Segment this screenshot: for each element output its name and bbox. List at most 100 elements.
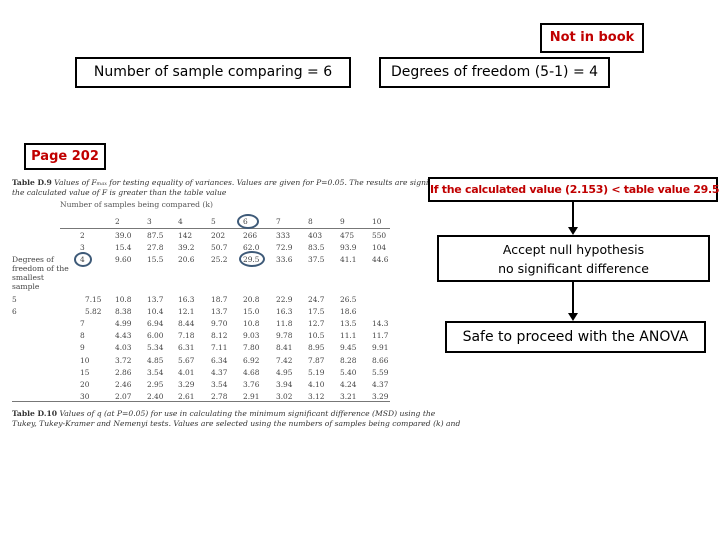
table-cell: 5.59 [372, 368, 389, 377]
table-cell: 41.1 [340, 255, 357, 264]
table-cell: 27.8 [147, 243, 164, 252]
column-group-label: Number of samples being compared (k) [60, 200, 213, 209]
page-reference-box: Page 202 [24, 143, 106, 170]
table-cell: 2.07 [115, 392, 132, 401]
table-cell: 17.5 [308, 307, 325, 316]
table-cell: 8.44 [178, 319, 195, 328]
row-df-label: 10 [80, 356, 90, 365]
table-cell: 7.87 [308, 356, 325, 365]
circle-column-6-annotation [237, 214, 259, 229]
table-header-rule [60, 228, 390, 229]
table-cell: 5.34 [147, 343, 164, 352]
column-header: 2 [115, 217, 120, 226]
table-cell: 87.5 [147, 231, 164, 240]
table-cell: 3.76 [243, 380, 260, 389]
table-cell: 20.8 [243, 295, 260, 304]
table-cell: 12.1 [178, 307, 195, 316]
table-cell: 10.5 [308, 331, 325, 340]
connector-line-2 [572, 282, 574, 313]
table-cell: 4.85 [147, 356, 164, 365]
table-d10-caption-title: Table D.10 [12, 409, 58, 418]
table-cell: 13.5 [340, 319, 357, 328]
table-cell: 9.78 [276, 331, 293, 340]
table-cell: 44.6 [372, 255, 389, 264]
table-cell: 10.8 [243, 319, 260, 328]
table-cell: 3.29 [178, 380, 195, 389]
table-cell: 14.3 [372, 319, 389, 328]
table-cell: 6.92 [243, 356, 260, 365]
table-d9-caption-title: Table D.9 [12, 178, 52, 187]
row-df-label: 7 [80, 319, 85, 328]
table-cell: 7.11 [211, 343, 228, 352]
table-cell: 7.42 [276, 356, 293, 365]
table-cell: 9.45 [340, 343, 357, 352]
table-cell: 4.68 [243, 368, 260, 377]
column-header: 5 [211, 217, 216, 226]
row-df-label: 3 [80, 243, 85, 252]
row-df-label: 8 [80, 331, 85, 340]
table-cell: 333 [276, 231, 291, 240]
table-cell: 2.91 [243, 392, 260, 401]
row-df-label: 5 [12, 295, 17, 304]
table-cell: 11.1 [340, 331, 357, 340]
table-cell: 4.03 [115, 343, 132, 352]
table-cell: 6.00 [147, 331, 164, 340]
table-cell: 15.5 [147, 255, 164, 264]
table-cell: 13.7 [211, 307, 228, 316]
table-cell: 6.31 [178, 343, 195, 352]
table-cell: 16.3 [178, 295, 195, 304]
table-cell: 5.67 [178, 356, 195, 365]
row-df-label: 2 [80, 231, 85, 240]
table-cell: 39.0 [115, 231, 132, 240]
condition-box: If the calculated value (2.153) < table … [428, 177, 720, 202]
arrow-down-icon [568, 227, 578, 235]
table-cell: 15.0 [243, 307, 260, 316]
circle-value-annotation [239, 251, 265, 267]
table-cell: 202 [211, 231, 226, 240]
table-cell: 10.4 [147, 307, 164, 316]
table-cell: 8.66 [372, 356, 389, 365]
table-cell: 72.9 [276, 243, 293, 252]
table-cell: 475 [340, 231, 355, 240]
table-cell: 8.28 [340, 356, 357, 365]
column-header: 3 [147, 217, 152, 226]
sample-count-box: Number of sample comparing = 6 [75, 57, 351, 88]
table-cell: 4.95 [276, 368, 293, 377]
accept-null-hypothesis-box: Accept null hypothesis no significant di… [437, 235, 710, 282]
table-cell: 7.15 [85, 295, 102, 304]
table-cell: 2.61 [178, 392, 195, 401]
table-cell: 2.95 [147, 380, 164, 389]
table-cell: 11.7 [372, 331, 389, 340]
table-cell: 5.82 [85, 307, 102, 316]
table-cell: 3.72 [115, 356, 132, 365]
table-cell: 50.7 [211, 243, 228, 252]
table-cell: 104 [372, 243, 387, 252]
table-cell: 4.99 [115, 319, 132, 328]
table-cell: 4.37 [372, 380, 389, 389]
table-cell: 2.40 [147, 392, 164, 401]
table-cell: 4.10 [308, 380, 325, 389]
row-df-label: 20 [80, 380, 90, 389]
column-header: 4 [178, 217, 183, 226]
table-cell: 4.01 [178, 368, 195, 377]
table-cell: 3.12 [308, 392, 325, 401]
table-cell: 18.7 [211, 295, 228, 304]
row-df-label: 6 [12, 307, 17, 316]
table-cell: 3.21 [340, 392, 357, 401]
table-cell: 6.34 [211, 356, 228, 365]
table-cell: 6.94 [147, 319, 164, 328]
table-cell: 5.40 [340, 368, 357, 377]
table-cell: 3.02 [276, 392, 293, 401]
table-cell: 16.3 [276, 307, 293, 316]
table-d10-caption-line2: Tukey, Tukey-Kramer and Nemenyi tests. V… [12, 419, 461, 428]
table-bottom-rule [12, 401, 390, 402]
table-cell: 24.7 [308, 295, 325, 304]
table-cell: 93.9 [340, 243, 357, 252]
table-cell: 9.03 [243, 331, 260, 340]
table-d9-caption-text: Values of Fₘₐₓ for testing equality of v… [51, 178, 458, 187]
table-cell: 8.95 [308, 343, 325, 352]
table-cell: 8.41 [276, 343, 293, 352]
table-cell: 15.4 [115, 243, 132, 252]
table-cell: 10.8 [115, 295, 132, 304]
table-cell: 26.5 [340, 295, 357, 304]
